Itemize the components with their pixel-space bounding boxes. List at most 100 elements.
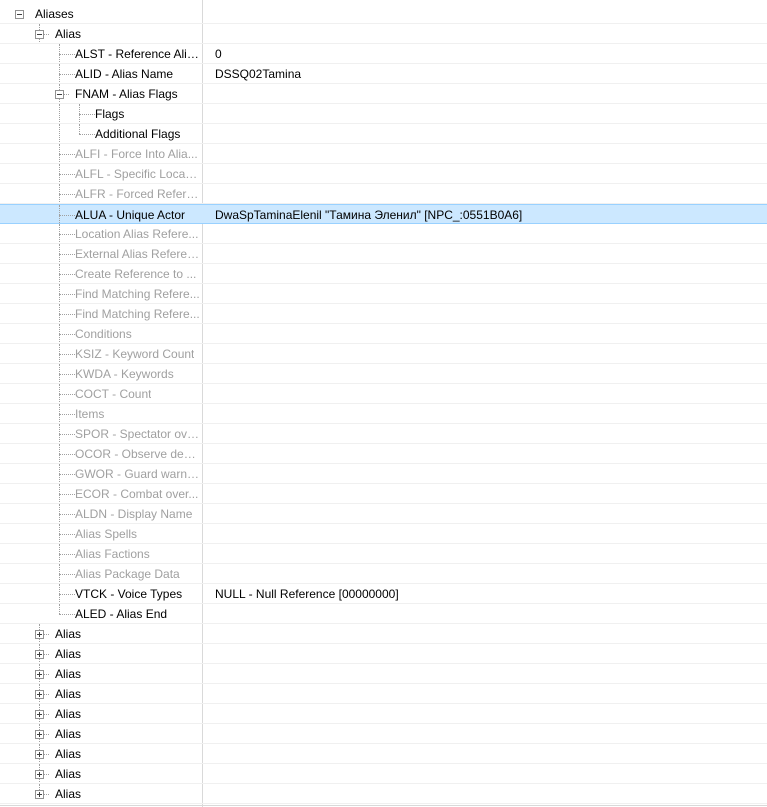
tree-row-value-cell[interactable] bbox=[203, 164, 767, 183]
tree-row-value-cell[interactable] bbox=[203, 244, 767, 263]
tree-row[interactable]: ALUA - Unique Actor DwaSpTaminaElenil "Та… bbox=[0, 204, 767, 224]
tree-row[interactable]: Find Matching Refere... bbox=[0, 284, 767, 304]
tree-row[interactable]: Create Reference to ... bbox=[0, 264, 767, 284]
tree-row[interactable]: ALFI - Force Into Alia... bbox=[0, 144, 767, 164]
collapse-minus-icon[interactable] bbox=[15, 10, 24, 19]
expand-plus-icon[interactable] bbox=[35, 650, 44, 659]
tree-row-value-cell[interactable] bbox=[203, 544, 767, 563]
tree-row-value-cell[interactable] bbox=[203, 464, 767, 483]
tree-row[interactable]: Alias bbox=[0, 704, 767, 724]
tree-row-label: GWOR - Guard warn ... bbox=[75, 467, 200, 481]
tree-row-value-cell[interactable] bbox=[203, 264, 767, 283]
tree-row[interactable]: Alias bbox=[0, 744, 767, 764]
collapse-minus-icon[interactable] bbox=[35, 30, 44, 39]
tree-row-value-cell[interactable] bbox=[203, 424, 767, 443]
tree-guide-line bbox=[59, 334, 75, 335]
tree-row[interactable]: Items bbox=[0, 404, 767, 424]
tree-row-value-cell[interactable] bbox=[203, 764, 767, 783]
tree-row[interactable]: COCT - Count bbox=[0, 384, 767, 404]
tree-row[interactable]: ALST - Reference Alia... 0 bbox=[0, 44, 767, 64]
collapse-minus-icon[interactable] bbox=[55, 90, 64, 99]
tree-row-value-cell[interactable] bbox=[203, 304, 767, 323]
tree-row[interactable]: Alias Spells bbox=[0, 524, 767, 544]
tree-row-value-cell[interactable] bbox=[203, 604, 767, 623]
tree-row[interactable]: Alias Package Data bbox=[0, 564, 767, 584]
tree-row[interactable]: Alias bbox=[0, 684, 767, 704]
expand-plus-icon[interactable] bbox=[35, 670, 44, 679]
tree-row[interactable]: Alias bbox=[0, 24, 767, 44]
tree-row-value-cell[interactable] bbox=[203, 124, 767, 143]
tree-row[interactable]: Aliases bbox=[0, 4, 767, 24]
tree-row-value-cell[interactable] bbox=[203, 284, 767, 303]
tree-row[interactable]: OCOR - Observe dea... bbox=[0, 444, 767, 464]
tree-row-value-cell[interactable] bbox=[203, 704, 767, 723]
tree-row[interactable]: FNAM - Alias Flags bbox=[0, 84, 767, 104]
expand-plus-icon[interactable] bbox=[35, 770, 44, 779]
tree-row-value-cell[interactable] bbox=[203, 24, 767, 43]
tree-row[interactable]: Alias bbox=[0, 624, 767, 644]
tree-row-value-cell[interactable]: DwaSpTaminaElenil "Тамина Эленил" [NPC_:… bbox=[203, 205, 767, 224]
tree-row[interactable]: ECOR - Combat over... bbox=[0, 484, 767, 504]
tree-row[interactable]: Location Alias Refere... bbox=[0, 224, 767, 244]
tree-row-value-cell[interactable] bbox=[203, 364, 767, 383]
tree-row-value-cell[interactable] bbox=[203, 664, 767, 683]
tree-row[interactable]: KWDA - Keywords bbox=[0, 364, 767, 384]
tree-row-value-cell[interactable] bbox=[203, 724, 767, 743]
tree-row-value-cell[interactable] bbox=[203, 224, 767, 243]
tree-row-value-cell[interactable] bbox=[203, 84, 767, 103]
tree-row-value-cell[interactable] bbox=[203, 4, 767, 23]
tree-row-value-cell[interactable] bbox=[203, 504, 767, 523]
tree-row[interactable]: Find Matching Refere... bbox=[0, 304, 767, 324]
tree-row-value-cell[interactable] bbox=[203, 744, 767, 763]
tree-row-value-cell[interactable] bbox=[203, 184, 767, 203]
tree-row-value-cell[interactable] bbox=[203, 524, 767, 543]
tree-row-value-cell[interactable] bbox=[203, 104, 767, 123]
expand-plus-icon[interactable] bbox=[35, 750, 44, 759]
tree-guide-line bbox=[59, 604, 60, 614]
tree-row[interactable]: SPOR - Spectator ove... bbox=[0, 424, 767, 444]
expand-plus-icon[interactable] bbox=[35, 630, 44, 639]
tree-row-name-cell: Alias Spells bbox=[0, 524, 202, 543]
expand-plus-icon[interactable] bbox=[35, 690, 44, 699]
tree-row[interactable]: External Alias Referen... bbox=[0, 244, 767, 264]
expand-plus-icon[interactable] bbox=[35, 710, 44, 719]
tree-row-value-cell[interactable]: NULL - Null Reference [00000000] bbox=[203, 584, 767, 603]
tree-row[interactable]: KSIZ - Keyword Count bbox=[0, 344, 767, 364]
tree-row[interactable]: Alias bbox=[0, 664, 767, 684]
tree-row-value-cell[interactable] bbox=[203, 144, 767, 163]
tree-row[interactable]: Alias bbox=[0, 784, 767, 804]
tree-row[interactable]: ALFR - Forced Refere... bbox=[0, 184, 767, 204]
tree-row[interactable]: GWOR - Guard warn ... bbox=[0, 464, 767, 484]
tree-row-value-cell[interactable] bbox=[203, 564, 767, 583]
tree-row-value-cell[interactable] bbox=[203, 384, 767, 403]
tree-row[interactable]: VTCK - Voice Types NULL - Null Reference … bbox=[0, 584, 767, 604]
tree-row-value-cell[interactable] bbox=[203, 324, 767, 343]
tree-row-value-cell[interactable] bbox=[203, 484, 767, 503]
tree-row[interactable]: ALFL - Specific Locati... bbox=[0, 164, 767, 184]
tree-row-value-cell[interactable] bbox=[203, 784, 767, 803]
tree-row[interactable]: ALDN - Display Name bbox=[0, 504, 767, 524]
tree-row[interactable]: ALED - Alias End bbox=[0, 604, 767, 624]
tree-row[interactable]: Alias Factions bbox=[0, 544, 767, 564]
expand-plus-icon[interactable] bbox=[35, 790, 44, 799]
tree-row[interactable]: Alias bbox=[0, 644, 767, 664]
tree-row-value-cell[interactable] bbox=[203, 344, 767, 363]
tree-row-value-cell[interactable] bbox=[203, 684, 767, 703]
tree-row-value-cell[interactable]: 0 bbox=[203, 44, 767, 63]
tree-row-value-cell[interactable]: DSSQ02Tamina bbox=[203, 64, 767, 83]
tree-row[interactable]: Flags bbox=[0, 104, 767, 124]
tree-row-value-cell[interactable] bbox=[203, 404, 767, 423]
tree-row[interactable]: Conditions bbox=[0, 324, 767, 344]
tree-row-value-cell[interactable] bbox=[203, 444, 767, 463]
tree-row[interactable]: Additional Flags bbox=[0, 124, 767, 144]
tree-row-name-cell: Find Matching Refere... bbox=[0, 284, 202, 303]
tree-row-label: Alias bbox=[55, 767, 82, 781]
tree-row[interactable]: Alias bbox=[0, 724, 767, 744]
record-tree-view[interactable]: Aliases Alias ALST - Reference Alia... 0 ALI… bbox=[0, 4, 767, 804]
tree-row[interactable]: Alias bbox=[0, 764, 767, 784]
tree-row-value-cell[interactable] bbox=[203, 644, 767, 663]
expand-plus-icon[interactable] bbox=[35, 730, 44, 739]
tree-row[interactable]: ALID - Alias Name DSSQ02Tamina bbox=[0, 64, 767, 84]
tree-row-label: Alias Package Data bbox=[75, 567, 180, 581]
tree-row-value-cell[interactable] bbox=[203, 624, 767, 643]
